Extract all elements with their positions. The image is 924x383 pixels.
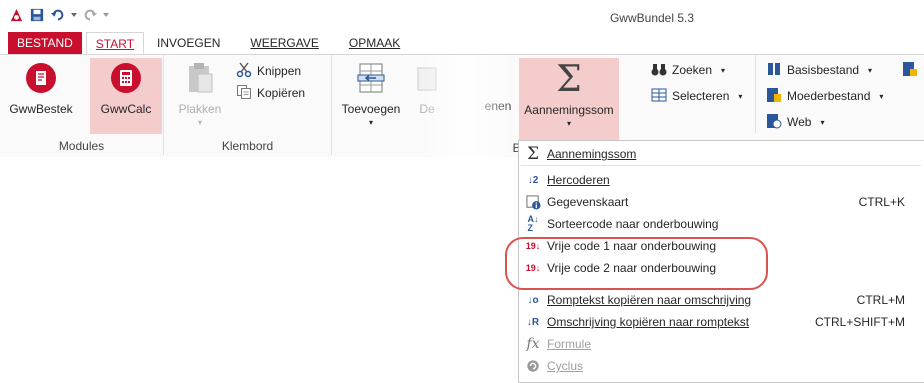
menu-separator bbox=[521, 165, 921, 166]
menu-item-label: Sorteercode naar onderbouwing bbox=[547, 217, 719, 231]
aannemingssom-label: Aannemingssom bbox=[524, 103, 614, 117]
moederbestand-button[interactable]: Moederbestand ▾ bbox=[766, 86, 883, 106]
cycle-icon bbox=[519, 359, 547, 373]
paste-icon bbox=[186, 62, 214, 97]
toevoegen-label: Toevoegen bbox=[341, 102, 401, 116]
basisbestand-label: Basisbestand bbox=[787, 63, 860, 77]
menu-item-label: Formule bbox=[547, 337, 592, 351]
gwwbestek-label: GwwBestek bbox=[9, 102, 73, 116]
menu-item-label: Aannemingssom bbox=[547, 147, 637, 161]
knippen-label: Knippen bbox=[257, 64, 302, 78]
menu-item-label: Hercoderen bbox=[547, 173, 610, 187]
zoeken-button[interactable]: Zoeken ▾ bbox=[651, 60, 725, 80]
toevoegen-dropdown-icon: ▾ bbox=[368, 118, 373, 127]
select-table-icon bbox=[651, 87, 667, 106]
info-card-icon bbox=[519, 194, 547, 210]
menu-item-omschrijving-kopieren[interactable]: ↓R Omschrijving kopiëren naar romptekst … bbox=[519, 311, 924, 333]
kopieren-label: Kopiëren bbox=[257, 86, 306, 100]
gwwbestek-icon bbox=[25, 62, 57, 97]
aannemingssom-dropdown-icon: ▾ bbox=[566, 119, 571, 128]
menu-item-label: Gegevenskaart bbox=[547, 195, 629, 209]
scissors-icon bbox=[236, 62, 252, 81]
insert-row-icon bbox=[356, 62, 386, 97]
binoculars-icon bbox=[651, 61, 667, 80]
copy-icon bbox=[236, 84, 252, 103]
menu-item-gegevenskaart[interactable]: Gegevenskaart CTRL+K bbox=[519, 191, 924, 213]
selecteren-dropdown-icon: ▾ bbox=[738, 91, 743, 101]
tab-opmaak[interactable]: OPMAAK bbox=[340, 32, 409, 54]
copy-description-icon: ↓R bbox=[526, 316, 540, 328]
gwwcalc-label: GwwCalc bbox=[100, 102, 152, 116]
menu-item-label: Cyclus bbox=[547, 359, 584, 373]
group-label-klembord: Klembord bbox=[221, 139, 274, 153]
toevoegen-button[interactable]: Toevoegen ▾ bbox=[338, 58, 404, 134]
group-label-modules: Modules bbox=[58, 139, 105, 153]
basisbestand-dropdown-icon: ▾ bbox=[868, 65, 873, 75]
sort-az-icon: A↓ Z bbox=[527, 214, 539, 233]
menu-item-aannemingssom[interactable]: Σ Aannemingssom bbox=[519, 143, 924, 165]
selecteren-label: Selecteren bbox=[672, 89, 730, 103]
zoeken-dropdown-icon: ▾ bbox=[721, 65, 726, 75]
menu-item-sorteercode[interactable]: A↓ Z Sorteercode naar onderbouwing bbox=[519, 213, 924, 235]
tab-bestand[interactable]: BESTAND bbox=[8, 32, 82, 54]
plakken-dropdown-icon: ▾ bbox=[197, 118, 202, 127]
kopieren-button[interactable]: Kopiëren bbox=[236, 83, 305, 103]
tab-start[interactable]: START bbox=[85, 32, 145, 54]
basisbestand-icon bbox=[766, 61, 782, 80]
moederbestand-label: Moederbestand bbox=[787, 89, 871, 103]
formula-icon: fx bbox=[526, 336, 540, 352]
menu-item-formule[interactable]: fx Formule bbox=[519, 333, 924, 355]
window-title: GwwBundel 5.3 bbox=[609, 11, 695, 25]
zoeken-label: Zoeken bbox=[672, 63, 713, 77]
plakken-button: Plakken ▾ bbox=[174, 58, 226, 134]
aannemingssom-button[interactable]: Σ Aannemingssom ▾ bbox=[519, 58, 619, 140]
extra-file-icon bbox=[902, 61, 918, 80]
gwwbestek-button[interactable]: GwwBestek bbox=[8, 58, 74, 134]
menu-shortcut: CTRL+SHIFT+M bbox=[814, 315, 905, 329]
tab-weergave[interactable]: WEERGAVE bbox=[241, 32, 327, 54]
group-files-divider bbox=[755, 55, 756, 133]
menu-item-cyclus[interactable]: Cyclus bbox=[519, 355, 924, 377]
menu-item-romptekst-kopieren[interactable]: ↓o Romptekst kopiëren naar omschrijving … bbox=[519, 289, 924, 311]
ribbon-fade-overlay bbox=[420, 55, 510, 157]
basisbestand-button[interactable]: Basisbestand ▾ bbox=[766, 60, 872, 80]
annotation-highlight-ring bbox=[505, 237, 768, 290]
moederbestand-icon bbox=[766, 87, 782, 106]
selecteren-button[interactable]: Selecteren ▾ bbox=[651, 86, 742, 106]
menu-item-hercoderen[interactable]: ↓2 Hercoderen bbox=[519, 169, 924, 191]
ribbon-tabs: BESTAND START INVOEGEN WEERGAVE OPMAAK bbox=[8, 32, 409, 54]
knippen-button[interactable]: Knippen bbox=[236, 61, 301, 81]
web-dropdown-icon: ▾ bbox=[820, 117, 825, 127]
gwwcalc-icon bbox=[110, 62, 142, 97]
sigma-icon: Σ bbox=[526, 144, 540, 164]
tab-invoegen[interactable]: INVOEGEN bbox=[148, 32, 229, 54]
sigma-icon: Σ bbox=[556, 59, 582, 100]
web-icon bbox=[766, 113, 782, 132]
menu-shortcut: CTRL+K bbox=[858, 195, 905, 209]
moederbestand-dropdown-icon: ▾ bbox=[879, 91, 884, 101]
group-modules: GwwBestek GwwCalc Modules bbox=[0, 55, 164, 155]
gwwcalc-button[interactable]: GwwCalc bbox=[90, 58, 162, 134]
group-klembord: Plakken ▾ Knippen Kopiëren Klembord bbox=[164, 55, 332, 155]
web-label: Web bbox=[787, 115, 812, 129]
menu-item-label: Romptekst kopiëren naar omschrijving bbox=[547, 293, 752, 307]
copy-text-icon: ↓o bbox=[527, 294, 539, 306]
recode-icon: ↓2 bbox=[527, 174, 539, 186]
plakken-label: Plakken bbox=[178, 102, 222, 116]
extra-file-button-partial[interactable] bbox=[902, 60, 918, 80]
menu-shortcut: CTRL+M bbox=[856, 293, 905, 307]
web-button[interactable]: Web ▾ bbox=[766, 112, 824, 132]
menu-item-label: Omschrijving kopiëren naar romptekst bbox=[547, 315, 750, 329]
